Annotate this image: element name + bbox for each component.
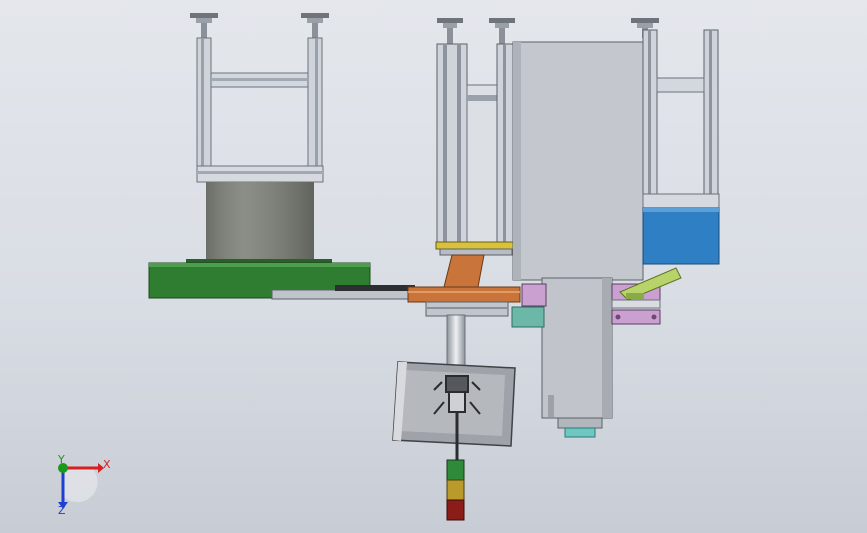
signal-tower <box>446 459 465 521</box>
leveling-foot <box>489 18 515 44</box>
leveling-foot <box>190 13 218 39</box>
horizontal-rail <box>271 285 521 317</box>
yellow-mount-plate <box>435 241 517 250</box>
leveling-foot <box>301 13 329 39</box>
main-housing <box>512 41 644 438</box>
axis-triad: X Y Z <box>57 453 111 517</box>
signal-light-red <box>446 499 465 521</box>
middle-column-assembly <box>435 18 517 288</box>
leveling-foot <box>437 18 463 44</box>
cad-viewport[interactable]: X Y Z <box>0 0 867 533</box>
teal-nozzle <box>564 427 596 438</box>
copper-bracket <box>443 254 485 288</box>
blue-block <box>642 207 720 265</box>
signal-light-yellow <box>446 479 465 501</box>
x-axis-label: X <box>103 458 111 471</box>
z-axis-label: Z <box>58 504 66 517</box>
right-frame-assembly <box>631 18 720 265</box>
y-axis-label: Y <box>57 453 65 466</box>
signal-light-green <box>446 459 465 481</box>
left-frame-assembly <box>148 13 371 299</box>
gripper-assembly <box>392 314 516 462</box>
